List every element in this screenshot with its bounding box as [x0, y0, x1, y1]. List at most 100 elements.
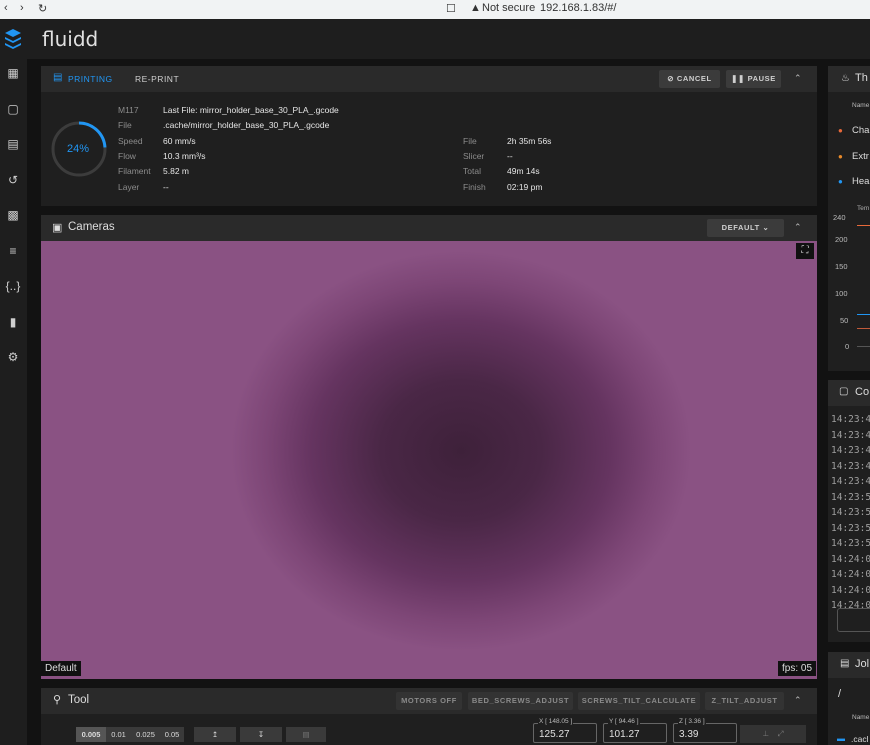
file-time-value: 2h 35m 56s: [507, 136, 552, 146]
address-bar[interactable]: 192.168.1.83/#/: [540, 2, 616, 14]
total-label: Total: [463, 166, 481, 176]
console-line: 14:23:5: [831, 522, 870, 534]
axes-icon: ⊥: [762, 729, 770, 738]
console-line: 14:23:4: [831, 414, 870, 425]
m117-value: Last File: mirror_holder_base_30_PLA_.gc…: [163, 105, 339, 115]
camera-feed[interactable]: [41, 241, 817, 679]
step-0005[interactable]: 0.005: [76, 727, 106, 742]
thermal-row-extruder[interactable]: Extr: [852, 151, 869, 162]
console-input[interactable]: [837, 608, 870, 632]
pause-label: PAUSE: [747, 74, 776, 83]
dashboard-icon[interactable]: ▦: [4, 64, 22, 82]
tab-printing[interactable]: PRINTING: [68, 74, 113, 84]
thermal-row-chamber[interactable]: Cha: [852, 125, 869, 136]
tune-icon[interactable]: ≡: [4, 242, 22, 260]
slicer-label: Slicer: [463, 151, 485, 161]
console-icon[interactable]: ▢: [4, 100, 22, 118]
thermals-name-header: Name: [852, 102, 870, 109]
y-label: Y [ 94.46 ]: [608, 718, 640, 725]
jobs-icon[interactable]: ▤: [4, 135, 22, 153]
jobs-path[interactable]: /: [838, 688, 841, 700]
sidebar: ▦ ▢ ▤ ↺ ▩ ≡ {..} ▮ ⚙: [0, 59, 27, 745]
cancel-label: CANCEL: [676, 74, 712, 83]
settings-icon[interactable]: ⚙: [4, 348, 22, 366]
home-up-button[interactable]: ↥: [194, 727, 236, 742]
tool-title: Tool: [68, 694, 90, 706]
x-position-field[interactable]: X [ 148.05 ] 125.27: [533, 718, 597, 743]
camera-icon: ▣: [52, 222, 63, 234]
extruder-temp-line: [857, 225, 870, 226]
z-value: 3.39: [679, 729, 699, 740]
chamber-icon: ●: [838, 126, 843, 135]
temp-axis-label: Tem: [857, 205, 870, 212]
speed-label: Speed: [118, 136, 143, 146]
y-value: 101.27: [609, 729, 640, 740]
jobs-name-header: Name: [852, 714, 870, 721]
browser-toolbar: ‹ › ↻ ☐ ▲ Not secure 192.168.1.83/#/: [0, 0, 870, 19]
thermal-row-heater-bed[interactable]: Hea: [852, 176, 869, 187]
folder-icon: ▬: [837, 734, 845, 743]
filament-label: Filament: [118, 166, 151, 176]
chamber-temp-line: [857, 328, 870, 329]
tab-reprint[interactable]: RE-PRINT: [135, 74, 179, 84]
console-icon: ▢: [839, 386, 849, 397]
security-label: Not secure: [482, 2, 536, 14]
z-position-field[interactable]: Z [ 3.36 ] 3.39: [673, 718, 737, 743]
console-line: 14:23:4: [831, 445, 870, 456]
pause-button[interactable]: ❚❚ PAUSE: [726, 70, 781, 88]
bed-screws-adjust-button[interactable]: BED_SCREWS_ADJUST: [468, 692, 573, 710]
finish-label: Finish: [463, 182, 486, 192]
motors-off-button[interactable]: MOTORS OFF: [396, 692, 462, 710]
save-button[interactable]: ▤: [286, 727, 326, 742]
step-005[interactable]: 0.05: [160, 727, 184, 742]
flow-label: Flow: [118, 151, 136, 161]
jobs-icon: ▤: [840, 658, 850, 669]
back-icon[interactable]: ‹: [4, 2, 8, 14]
history-icon[interactable]: ↺: [4, 171, 22, 189]
expand-icon: ⤢: [777, 729, 784, 738]
macros-icon[interactable]: {..}: [4, 277, 22, 295]
arrow-down-icon: ↧: [257, 730, 265, 739]
warning-icon: ▲: [470, 2, 481, 14]
console-line: 14:23:4: [831, 429, 870, 441]
save-icon: ▤: [302, 730, 310, 739]
bed-temp-line: [857, 314, 870, 315]
origin-button[interactable]: ⊥ ⤢: [740, 725, 806, 743]
tick-50: 50: [840, 316, 849, 325]
console-title: Co: [855, 386, 870, 398]
camera-default-button[interactable]: DEFAULT ⌄: [707, 219, 784, 237]
collapse-icon[interactable]: ⌃: [794, 73, 802, 84]
slicer-value: --: [507, 151, 513, 161]
step-001[interactable]: 0.01: [106, 727, 131, 742]
tool-collapse-icon[interactable]: ⌃: [794, 695, 802, 706]
forward-icon[interactable]: ›: [20, 2, 24, 14]
device-icon[interactable]: ▮: [4, 313, 22, 331]
cancel-button[interactable]: ⊘ CANCEL: [659, 70, 720, 88]
fluidd-logo-icon[interactable]: [4, 28, 22, 50]
file-time-label: File: [463, 136, 477, 146]
file-label: File: [118, 120, 132, 130]
z-tilt-adjust-button[interactable]: Z_TILT_ADJUST: [705, 692, 784, 710]
home-down-button[interactable]: ↧: [240, 727, 282, 742]
cameras-collapse-icon[interactable]: ⌃: [794, 222, 802, 233]
files-icon[interactable]: ▩: [4, 206, 22, 224]
x-label: X [ 148.05 ]: [538, 718, 574, 725]
tick-240: 240: [833, 213, 846, 222]
app-title[interactable]: fluidd: [42, 27, 98, 51]
fullscreen-icon[interactable]: ⛶: [796, 243, 814, 259]
bookmark-icon[interactable]: ☐: [446, 2, 456, 15]
y-position-field[interactable]: Y [ 94.46 ] 101.27: [603, 718, 667, 743]
m117-label: M117: [118, 105, 139, 115]
screws-tilt-calculate-button[interactable]: SCREWS_TILT_CALCULATE: [578, 692, 700, 710]
step-0025[interactable]: 0.025: [131, 727, 160, 742]
console-line: 14:23:4: [831, 476, 870, 487]
console-line: 14:24:0: [831, 553, 870, 565]
filament-value: 5.82 m: [163, 166, 189, 176]
finish-value: 02:19 pm: [507, 182, 543, 192]
extruder-icon: ●: [838, 152, 843, 161]
printer-icon: ▤: [53, 72, 63, 83]
reload-icon[interactable]: ↻: [38, 2, 47, 15]
jobs-row-cache[interactable]: .cacl: [851, 734, 868, 744]
camera-name: Default: [41, 661, 81, 676]
pause-icon: ❚❚: [731, 74, 748, 83]
